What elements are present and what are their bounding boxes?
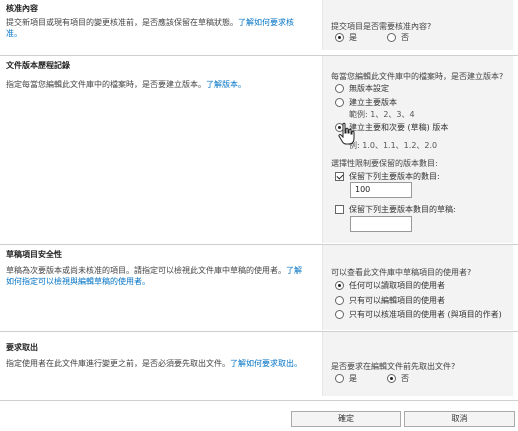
divider (0, 400, 518, 401)
checkout-section: 要求取出 指定使用者在此文件庫進行變更之前，是否必須要先取出文件。了解如何要求取… (0, 332, 518, 396)
radio-checked-icon (387, 374, 396, 383)
keep-major-input[interactable]: 100 (350, 182, 412, 198)
radio-checked-icon (335, 33, 344, 42)
section-title: 文件版本歷程記錄 (6, 61, 70, 70)
approval-no-radio[interactable]: 否 (387, 32, 409, 43)
section-description: 提交新項目或現有項目的變更核准前，是否應該保留在草稿狀態。了解如何要求核准。 (6, 18, 294, 38)
section-description: 草稿為次要版本或尚未核准的項目。請指定可以檢視此文件庫中草稿的使用者。了解如何指… (6, 266, 302, 286)
question-label: 提交項目是否需要核准內容? (331, 22, 432, 31)
radio-unchecked-icon (387, 33, 396, 42)
help-link[interactable]: 了解版本。 (206, 80, 246, 89)
major-example: 範例: 1、2、3、4 (349, 110, 415, 119)
checkbox-unchecked-icon (335, 205, 344, 214)
approval-yes-radio[interactable]: 是 (335, 32, 357, 43)
section-title: 要求取出 (6, 343, 38, 352)
versioning-options-panel: 每當您編輯此文件庫中的檔案時，是否建立版本? 無版本設定 建立主要版本 範例: … (322, 56, 513, 243)
approval-options-panel: 提交項目是否需要核准內容? 是 否 (322, 0, 513, 50)
section-description: 指定每當您編輯此文件庫中的檔案時，是否要建立版本。了解版本。 (6, 80, 246, 89)
draft-approve-radio[interactable]: 只有可以核准項目的使用者 (與項目的作者) (335, 309, 502, 320)
keep-drafts-checkbox[interactable]: 保留下列主要版本數目的草稿: (335, 204, 456, 215)
checkbox-checked-icon (335, 172, 344, 181)
radio-unchecked-icon (335, 374, 344, 383)
ok-button[interactable]: 確定 (291, 411, 401, 427)
draft-read-radio[interactable]: 任何可以讀取項目的使用者 (335, 280, 445, 291)
radio-unchecked-icon (335, 310, 344, 319)
minor-example: 例: 1.0、1.1、1.2、2.0 (349, 141, 438, 150)
radio-checked-icon (335, 281, 344, 290)
checkout-yes-radio[interactable]: 是 (335, 373, 357, 384)
versioning-section: 文件版本歷程記錄 指定每當您編輯此文件庫中的檔案時，是否要建立版本。了解版本。 … (0, 56, 518, 243)
radio-unchecked-icon (335, 84, 344, 93)
radio-unchecked-icon (335, 98, 344, 107)
draft-edit-radio[interactable]: 只有可以編輯項目的使用者 (335, 295, 445, 306)
keep-drafts-input[interactable] (350, 216, 412, 232)
no-versioning-radio[interactable]: 無版本設定 (335, 83, 389, 94)
section-title: 核准內容 (6, 4, 38, 13)
approval-section: 核准內容 提交新項目或現有項目的變更核准前，是否應該保留在草稿狀態。了解如何要求… (0, 0, 518, 50)
draft-security-section: 草稿項目安全性 草稿為次要版本或尚未核准的項目。請指定可以檢視此文件庫中草稿的使… (0, 245, 518, 330)
radio-unchecked-icon (335, 296, 344, 305)
section-description: 指定使用者在此文件庫進行變更之前，是否必須要先取出文件。了解如何要求取出。 (6, 359, 302, 368)
section-title: 草稿項目安全性 (6, 250, 62, 259)
help-link[interactable]: 了解如何要求取出。 (230, 359, 302, 368)
question-label: 是否要求在編輯文件前先取出文件? (331, 362, 456, 371)
question-label: 每當您編輯此文件庫中的檔案時，是否建立版本? (331, 72, 504, 81)
keep-major-checkbox[interactable]: 保留下列主要版本的數目: (335, 171, 440, 182)
cancel-button[interactable]: 取消 (404, 411, 515, 427)
limit-label: 選擇性限制要保留的版本數目: (331, 159, 438, 168)
draft-security-options-panel: 可以查看此文件庫中草稿項目的使用者? 任何可以讀取項目的使用者 只有可以編輯項目… (322, 245, 513, 330)
checkout-options-panel: 是否要求在編輯文件前先取出文件? 是 否 (322, 332, 513, 396)
question-label: 可以查看此文件庫中草稿項目的使用者? (331, 268, 472, 277)
hand-cursor-icon (338, 122, 355, 145)
checkout-no-radio[interactable]: 否 (387, 373, 409, 384)
major-versions-radio[interactable]: 建立主要版本 (335, 97, 397, 108)
